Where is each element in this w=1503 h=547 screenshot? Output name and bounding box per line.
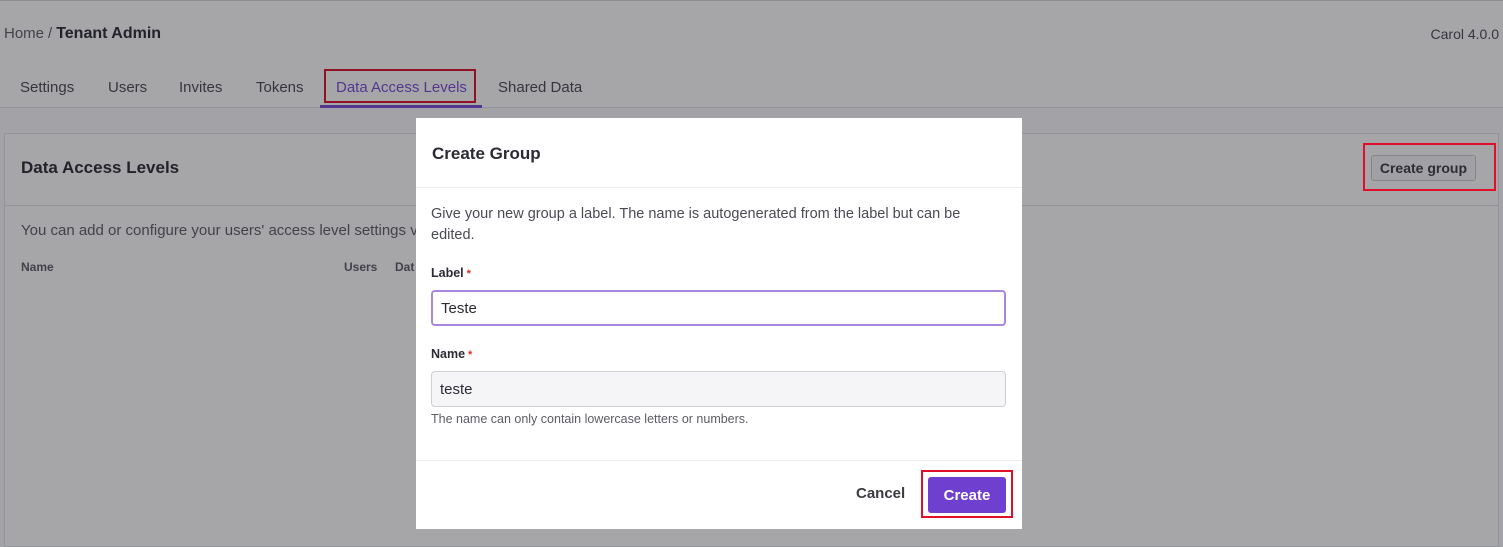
name-field-label: Name * [431, 347, 472, 361]
create-group-dialog: Create Group Give your new group a label… [416, 118, 1022, 529]
cancel-button[interactable]: Cancel [856, 485, 905, 502]
dialog-description: Give your new group a label. The name is… [431, 206, 961, 243]
dialog-header: Create Group [416, 118, 1022, 188]
label-input[interactable] [431, 290, 1006, 326]
required-marker: * [466, 268, 471, 280]
highlight-box-create [921, 470, 1013, 518]
name-input[interactable] [431, 371, 1006, 407]
name-field-hint: The name can only contain lowercase lett… [431, 412, 749, 426]
highlight-box-create-group-overlay [1363, 143, 1496, 191]
dialog-title: Create Group [432, 144, 541, 163]
label-field-label: Label * [431, 266, 471, 280]
name-field-text: Name [431, 347, 466, 361]
label-field-text: Label [431, 266, 464, 280]
required-marker: * [468, 349, 473, 361]
